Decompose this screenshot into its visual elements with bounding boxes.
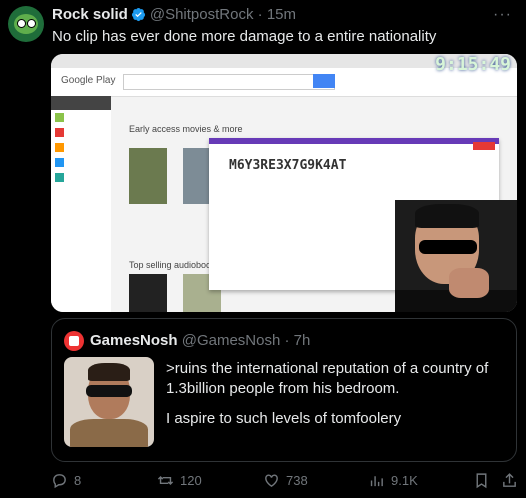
repost-button[interactable]: 120: [157, 472, 202, 489]
repost-count: 120: [180, 473, 202, 488]
share-button[interactable]: [501, 472, 524, 489]
avatar-eye-left: [17, 19, 26, 28]
views-icon: [370, 476, 383, 487]
tweet-time[interactable]: 15m: [267, 6, 296, 23]
sidebar-header: [51, 96, 111, 110]
quoted-name[interactable]: GamesNosh: [90, 332, 178, 349]
quoted-image-body: [70, 419, 148, 447]
sidebar-item: [51, 110, 111, 125]
quoted-image[interactable]: [64, 357, 154, 447]
apps-icon: [55, 113, 64, 122]
quoted-tweet[interactable]: GamesNosh @GamesNosh · 7h >ruins the int…: [51, 318, 517, 462]
heart-icon: [265, 474, 278, 488]
reply-button[interactable]: 8: [51, 472, 81, 489]
timestamp-overlay: 9:15:49: [435, 54, 511, 75]
store-search: [123, 74, 335, 90]
sidebar-item: [51, 155, 111, 170]
tweet: Rock solid @ShitpostRock · 15m ··· No cl…: [0, 0, 526, 498]
sunglasses-icon: [419, 240, 477, 254]
reply-icon: [53, 474, 66, 489]
movies-icon: [55, 128, 64, 137]
webcam-hand: [449, 268, 489, 298]
author-handle[interactable]: @ShitpostRock: [150, 6, 254, 23]
tweet-media[interactable]: Google Play Early access movies & more T…: [51, 54, 517, 312]
more-options-icon[interactable]: ···: [493, 6, 512, 24]
redeem-code: M6Y3RE3X7G9K4AT: [229, 158, 347, 173]
reply-count: 8: [74, 473, 82, 488]
store-logo: Google Play: [61, 75, 116, 86]
quoted-text: >ruins the international reputation of a…: [166, 359, 506, 439]
store-sidebar: [51, 96, 111, 312]
dot-separator: ·: [280, 332, 294, 349]
tweet-text: No clip has ever done more damage to a e…: [52, 28, 437, 45]
bookmark-icon: [476, 473, 487, 489]
sidebar-item: [51, 140, 111, 155]
sunglasses-icon: [86, 385, 132, 397]
like-button[interactable]: 738: [263, 472, 308, 489]
sidebar-item: [51, 170, 111, 185]
books-icon: [55, 158, 64, 167]
quoted-header: GamesNosh @GamesNosh · 7h: [90, 332, 310, 349]
repost-icon: [157, 475, 174, 486]
audiobook-cover: [129, 274, 167, 312]
section-title-2: Top selling audiobooks: [129, 260, 221, 270]
action-bar: 8 120 738 9.1K: [51, 472, 517, 492]
views-button[interactable]: 9.1K: [368, 472, 418, 489]
webcam-hair: [415, 204, 479, 228]
like-count: 738: [286, 473, 308, 488]
avatar-eye-right: [27, 19, 36, 28]
author-avatar[interactable]: [8, 6, 44, 42]
quoted-avatar[interactable]: [64, 331, 84, 351]
music-icon: [55, 143, 64, 152]
verified-badge-icon: [131, 7, 145, 22]
quoted-image-hair: [88, 363, 130, 381]
quoted-time[interactable]: 7h: [294, 332, 311, 349]
sidebar-item: [51, 125, 111, 140]
quoted-line-2: I aspire to such levels of tomfoolery: [166, 410, 402, 427]
tweet-header: Rock solid @ShitpostRock · 15m: [52, 6, 296, 23]
section-title: Early access movies & more: [129, 124, 243, 134]
movie-poster: [129, 148, 167, 204]
dot-separator: ·: [253, 6, 267, 23]
devices-icon: [55, 173, 64, 182]
search-icon: [313, 74, 335, 88]
bookmark-button[interactable]: [473, 472, 496, 489]
quoted-handle[interactable]: @GamesNosh: [182, 332, 281, 349]
dialog-button: [473, 142, 495, 150]
share-icon: [503, 473, 516, 487]
quoted-line-1: >ruins the international reputation of a…: [166, 360, 489, 397]
views-count: 9.1K: [391, 473, 418, 488]
author-name[interactable]: Rock solid: [52, 6, 128, 23]
webcam-overlay: [395, 200, 517, 312]
